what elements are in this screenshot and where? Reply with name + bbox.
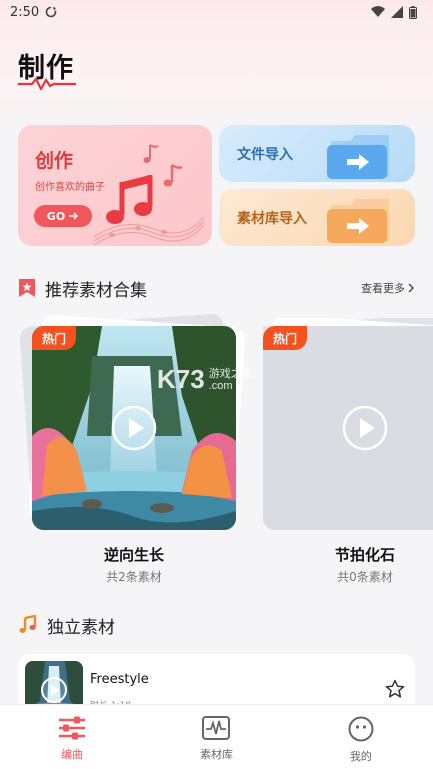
tab-label: 素材库 [199,748,233,761]
watermark-sub1: 游戏之家 [208,367,253,380]
tab-arrange[interactable]: 编曲 [17,705,127,769]
hot-badge: 热门 [32,326,77,350]
watermark-main: K73 [157,364,205,394]
tab-label: 我的 [349,750,372,763]
bottom-tab-bar: 编曲 素材库 我的 [0,704,433,769]
view-more-label: 查看更多 [361,282,405,295]
go-label: GO [46,209,66,223]
music-notes-icon [94,144,204,245]
battery-icon [409,5,417,19]
folder-import-icon [327,135,389,179]
arrow-right-icon [69,212,79,220]
collection-name: 逆向生长 [103,546,164,564]
star-icon[interactable] [385,679,405,699]
track-play-icon[interactable] [40,676,68,704]
sync-icon [45,6,57,18]
file-import-label: 文件导入 [237,147,293,163]
view-more-link[interactable]: 查看更多 [361,280,415,296]
music-note-icon [19,615,37,633]
wave-decoration-icon [18,78,76,90]
collection-card[interactable]: 热门 节拍化石 共0条素材 [263,318,433,588]
watermark: K73 游戏之家 .com [157,364,253,395]
collection-name: 节拍化石 [334,546,395,564]
go-button[interactable]: GO [34,205,92,227]
watermark-sub2: .com [208,379,233,392]
tab-label: 编曲 [61,748,84,761]
library-import-card[interactable]: 素材库导入 [219,189,415,246]
library-import-label: 素材库导入 [237,211,307,227]
signal-icon [391,6,403,18]
collection-cover: 热门 [32,326,236,530]
page-header: 制作 [0,24,433,124]
collection-cover: 热门 [263,326,433,530]
status-bar: 2:50 [0,0,433,24]
tab-library[interactable]: 素材库 [161,705,271,769]
collection-count: 共0条素材 [337,570,393,584]
play-icon[interactable] [111,405,157,451]
waveform-icon [202,716,231,740]
status-time: 2:50 [10,4,40,20]
play-icon[interactable] [342,405,388,451]
library-folder-icon [327,199,389,243]
create-card[interactable]: 创作 创作喜欢的曲子 GO [18,125,212,246]
create-title: 创作 [35,150,74,172]
recommend-section-header: 推荐素材合集 查看更多 [18,275,415,301]
star-bookmark-icon [19,279,35,297]
collection-count: 共2条素材 [106,570,162,584]
track-name: Freestyle [90,672,149,687]
wifi-icon [371,6,385,18]
recommend-title: 推荐素材合集 [45,280,147,301]
face-icon [348,716,374,742]
independent-section-header: 独立素材 [18,612,415,638]
hot-badge: 热门 [263,326,308,350]
tab-mine[interactable]: 我的 [306,705,416,769]
sliders-icon [59,716,86,740]
chevron-right-icon [408,283,414,293]
file-import-card[interactable]: 文件导入 [219,125,415,182]
independent-title: 独立素材 [47,617,115,638]
